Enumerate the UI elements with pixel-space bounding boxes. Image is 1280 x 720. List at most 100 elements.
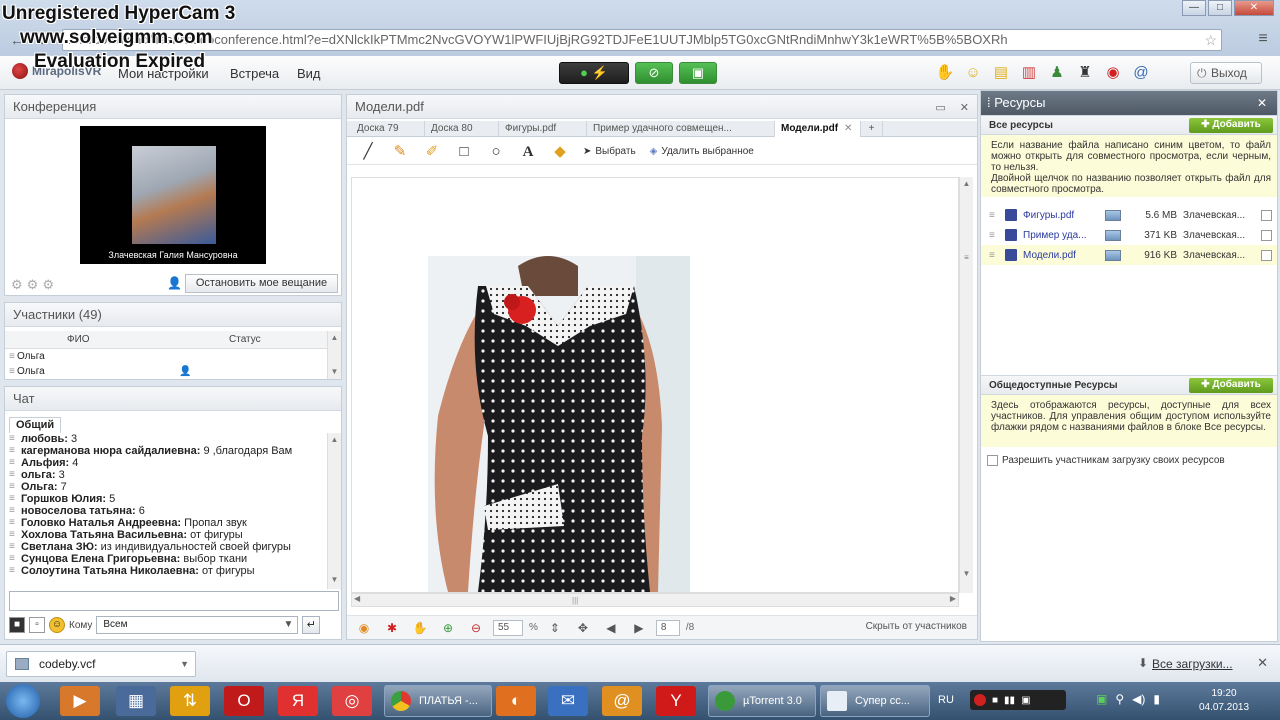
screen-share-button[interactable]: ▣ xyxy=(679,62,717,84)
audio-settings-icon[interactable]: ⚙ xyxy=(27,277,39,293)
zoom-input[interactable]: 55 xyxy=(493,619,523,636)
marker-tool-icon[interactable]: ✐ xyxy=(417,141,447,163)
recipient-select[interactable]: Всем ▼ xyxy=(96,616,299,634)
video-settings-icon[interactable]: ⚙ xyxy=(42,277,54,293)
mail-icon[interactable]: ✉ xyxy=(548,686,588,716)
scroll-thumb[interactable]: ≡ xyxy=(960,251,973,265)
chat-scrollbar[interactable]: ▲ ▼ xyxy=(327,433,341,589)
document-vscroll[interactable]: ▲ ≡ ▼ xyxy=(959,177,973,593)
yandex-icon[interactable]: Я xyxy=(278,686,318,716)
all-downloads-link[interactable]: Все загрузки... xyxy=(1152,657,1233,671)
address-bar[interactable]: /vfs/download/flash/videoconference.html… xyxy=(62,29,1222,51)
share-checkbox[interactable] xyxy=(1261,209,1272,221)
page-input[interactable]: 8 xyxy=(655,619,680,636)
minimize-icon[interactable]: ▭ xyxy=(935,101,945,114)
mail-ru-icon[interactable]: @ xyxy=(602,686,642,716)
sync-app-icon[interactable]: ⇅ xyxy=(170,686,210,716)
fit-width-icon[interactable]: ⇕ xyxy=(544,618,566,638)
scroll-down-icon[interactable]: ▼ xyxy=(328,573,341,587)
column-fio[interactable]: ФИО xyxy=(67,331,229,348)
scroll-thumb[interactable]: ||| xyxy=(572,596,582,605)
close-icon[interactable]: ✕ xyxy=(1257,91,1267,115)
resource-row[interactable]: ≡ Пример уда... 371 KB Злачевская... xyxy=(981,225,1277,245)
resource-name[interactable]: Фигуры.pdf xyxy=(1023,210,1099,221)
tab-models-pdf[interactable]: Модели.pdf ✕ xyxy=(775,121,861,137)
download-item[interactable]: codeby.vcf ▼ xyxy=(6,651,196,677)
participant-row[interactable]: ≡ Ольга xyxy=(5,349,327,364)
scroll-down-icon[interactable]: ▼ xyxy=(960,567,973,581)
webcam-icon[interactable]: ⚙ xyxy=(11,277,23,293)
language-indicator[interactable]: RU xyxy=(938,694,954,706)
minimize-button[interactable]: — xyxy=(1182,0,1206,16)
microphone-button[interactable]: ● ⚡ xyxy=(559,62,629,84)
chat-message-input[interactable] xyxy=(9,591,339,611)
task-chrome[interactable]: ПЛАТЬЯ -... xyxy=(384,685,492,717)
tray-app-icon[interactable]: ▣ xyxy=(1096,692,1107,706)
camera-icon[interactable]: ▣ xyxy=(1021,695,1030,706)
close-window-button[interactable]: ✕ xyxy=(1234,0,1274,16)
scroll-right-icon[interactable]: ▶ xyxy=(950,594,956,603)
eraser-tool-icon[interactable]: ◆ xyxy=(545,141,575,163)
folder-icon[interactable]: ▤ xyxy=(991,63,1011,83)
add-tab-button[interactable]: + xyxy=(861,121,883,137)
prev-page-icon[interactable]: ◀ xyxy=(600,618,622,638)
share-screen-icon[interactable] xyxy=(1105,229,1121,241)
users-icon[interactable]: ♟ xyxy=(1047,63,1067,83)
add-public-resource-button[interactable]: ✚ Добавить xyxy=(1189,378,1273,393)
explorer-icon[interactable]: ▦ xyxy=(116,686,156,716)
line-tool-icon[interactable]: ╱ xyxy=(353,141,383,163)
zoom-in-icon[interactable]: ⊕ xyxy=(437,618,459,638)
opera-icon[interactable]: O xyxy=(224,686,264,716)
scroll-down-icon[interactable]: ▼ xyxy=(328,365,341,379)
allow-upload-checkbox[interactable] xyxy=(987,455,998,466)
stop-broadcast-button[interactable]: Остановить мое вещание xyxy=(185,274,338,293)
share-screen-icon[interactable] xyxy=(1105,249,1121,261)
lifebuoy-app-icon[interactable]: ◎ xyxy=(332,686,372,716)
raise-hand-icon[interactable]: ✋ xyxy=(935,63,955,83)
media-player-icon[interactable]: ▶ xyxy=(60,686,100,716)
delete-selected-button[interactable]: ◈ Удалить выбранное xyxy=(644,141,760,163)
text-tool-icon[interactable]: A xyxy=(513,141,543,163)
scroll-up-icon[interactable]: ▲ xyxy=(328,433,341,447)
scroll-left-icon[interactable]: ◀ xyxy=(354,594,360,603)
pointer-icon[interactable]: ◉ xyxy=(353,618,375,638)
fit-page-icon[interactable]: ✥ xyxy=(572,618,594,638)
stop-icon[interactable]: ■ xyxy=(992,695,998,706)
firefox-icon[interactable]: ◐ xyxy=(496,686,536,716)
resource-name[interactable]: Пример уда... xyxy=(1023,230,1099,241)
zoom-out-icon[interactable]: ⊖ xyxy=(465,618,487,638)
tab-general[interactable]: Общий xyxy=(9,417,62,433)
resource-name[interactable]: Модели.pdf xyxy=(1023,250,1099,261)
settings-people-icon[interactable]: ♜ xyxy=(1075,63,1095,83)
logout-button[interactable]: ⏻ Выход xyxy=(1190,62,1262,84)
text-color-icon[interactable]: ■ xyxy=(9,617,25,633)
maximize-button[interactable]: □ xyxy=(1208,0,1232,16)
chart-icon[interactable]: ▥ xyxy=(1019,63,1039,83)
power-plug-icon[interactable]: ⚲ xyxy=(1115,692,1124,706)
pause-icon[interactable]: ▮▮ xyxy=(1004,695,1015,706)
browser-menu-icon[interactable]: ≡ xyxy=(1254,30,1272,48)
hand-tool-icon[interactable]: ✋ xyxy=(409,618,431,638)
participant-row[interactable]: ≡ Ольга 👤 xyxy=(5,364,327,379)
share-screen-icon[interactable] xyxy=(1105,209,1121,221)
scroll-up-icon[interactable]: ▲ xyxy=(328,331,341,345)
system-clock[interactable]: 19:20 04.07.2013 xyxy=(1196,687,1252,715)
record-icon[interactable]: ◉ xyxy=(1103,63,1123,83)
tab-example-pdf[interactable]: Пример удачного совмещен... xyxy=(587,121,775,137)
scroll-up-icon[interactable]: ▲ xyxy=(960,177,973,191)
resource-row[interactable]: ≡ Фигуры.pdf 5.6 MB Злачевская... xyxy=(981,205,1277,225)
record-icon[interactable] xyxy=(974,694,986,706)
participants-scrollbar[interactable]: ▲ ▼ xyxy=(327,331,341,379)
resource-row[interactable]: ≡ Модели.pdf 916 KB Злачевская... xyxy=(981,245,1277,265)
close-tab-icon[interactable]: ✕ xyxy=(844,123,852,134)
menu-meeting[interactable]: Встреча xyxy=(230,66,279,81)
send-message-button[interactable]: ↵ xyxy=(302,616,321,634)
network-icon[interactable]: ▮ xyxy=(1153,692,1160,706)
add-resource-button[interactable]: ✚ Добавить xyxy=(1189,118,1273,133)
chevron-down-icon[interactable]: ▼ xyxy=(180,652,189,676)
select-tool-button[interactable]: ➤ Выбрать xyxy=(577,141,642,163)
next-page-icon[interactable]: ▶ xyxy=(628,618,650,638)
tab-board-80[interactable]: Доска 80 xyxy=(425,121,499,137)
yandex-browser-icon[interactable]: Y xyxy=(656,686,696,716)
document-canvas[interactable] xyxy=(351,177,959,593)
